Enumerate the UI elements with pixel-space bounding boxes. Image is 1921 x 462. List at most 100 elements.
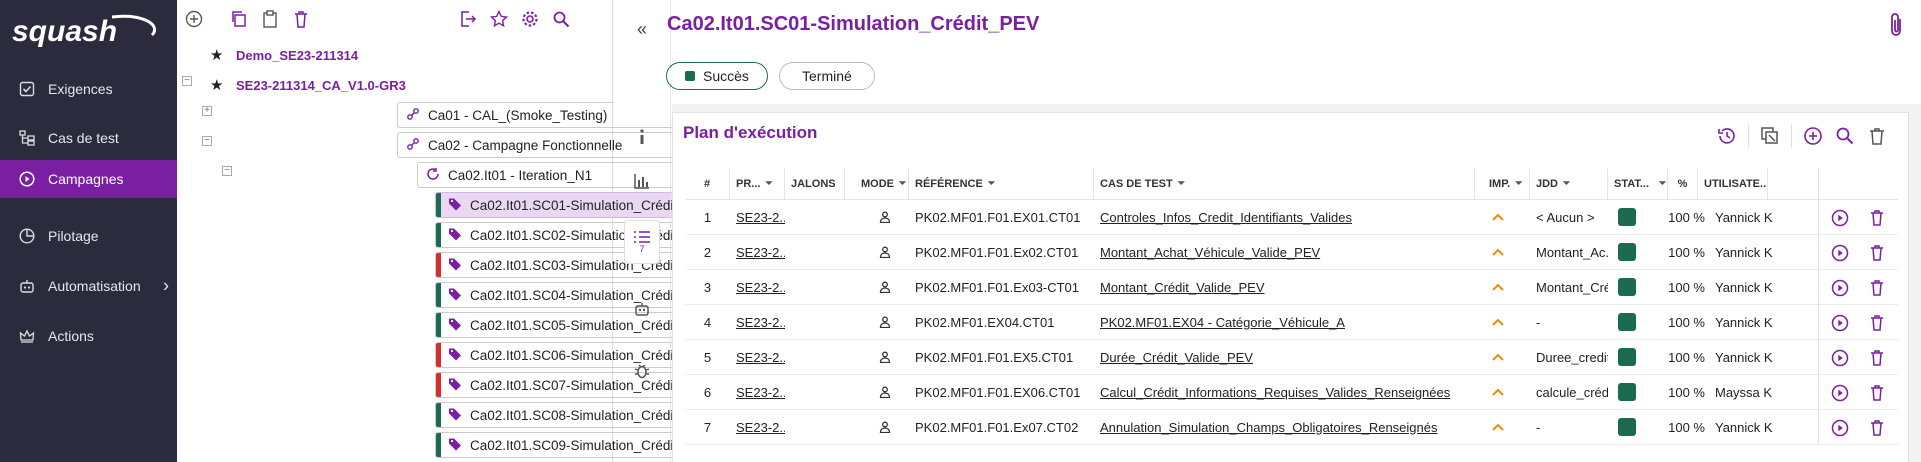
filter-icon[interactable]: ⏷ xyxy=(1178,178,1185,189)
collapse-toggle-icon[interactable]: − xyxy=(222,166,232,176)
cell-test-case[interactable]: Durée_Crédit_Valide_PEV xyxy=(1094,340,1475,374)
collapse-button[interactable]: « xyxy=(624,10,660,48)
cell-test-case[interactable]: Annulation_Simulation_Champs_Obligatoire… xyxy=(1094,410,1475,444)
cell-project[interactable]: SE23-2... xyxy=(730,410,785,444)
col-mode[interactable]: MODE ⏷ xyxy=(845,168,909,199)
tree-project-node[interactable]: ★ Demo_SE23-211314 xyxy=(210,42,358,68)
expand-toggle-icon[interactable]: + xyxy=(202,106,212,116)
delete-row-icon[interactable] xyxy=(1869,384,1885,405)
table-row[interactable]: 7 SE23-2... PK02.MF01.F01.Ex07.CT02 Annulat… xyxy=(685,410,1898,445)
col-num[interactable]: # xyxy=(685,168,730,199)
run-icon[interactable] xyxy=(1831,279,1849,300)
tab-automation[interactable] xyxy=(624,290,660,328)
run-icon[interactable] xyxy=(1831,244,1849,265)
cell-test-case[interactable]: PK02.MF01.EX04 - Catégorie_Véhicule_A xyxy=(1094,305,1475,339)
table-row[interactable]: 6 SE23-2... PK02.MF01.F01.EX06.CT01 Calcul_… xyxy=(685,375,1898,410)
table-row[interactable]: 5 SE23-2... PK02.MF01.F01.EX5.CT01 Durée_Cr… xyxy=(685,340,1898,375)
table-row[interactable]: 4 SE23-2... PK02.MF01.EX04.CT01 PK02.MF01.E… xyxy=(685,305,1898,340)
delete-row-icon[interactable] xyxy=(1869,349,1885,370)
col-test-case[interactable]: CAS DE TEST ⏷ xyxy=(1094,168,1475,199)
attachment-button[interactable] xyxy=(1887,12,1905,41)
col-dataset[interactable]: JDD ⏷ xyxy=(1530,168,1608,199)
table-row[interactable]: 2 SE23-2... PK02.MF01.F01.Ex02.CT01 Montant… xyxy=(685,235,1898,270)
col-percent[interactable]: % xyxy=(1668,168,1698,199)
col-status[interactable]: STAT... ⏷ xyxy=(1608,168,1668,199)
collapse-toggle-icon[interactable]: − xyxy=(202,136,212,146)
progress-status-pill[interactable]: Terminé xyxy=(779,62,875,90)
copy-icon[interactable] xyxy=(228,8,250,30)
cell-test-case[interactable]: Montant_Achat_Véhicule_Valide_PEV xyxy=(1094,235,1475,269)
star-icon[interactable]: ★ xyxy=(210,46,224,64)
filter-icon[interactable]: ⏷ xyxy=(1515,178,1522,189)
run-icon[interactable] xyxy=(1831,314,1849,335)
nav-item-automatisation[interactable]: Automatisation › xyxy=(0,264,177,308)
cell-project[interactable]: SE23-2... xyxy=(730,235,785,269)
delete-row-icon[interactable] xyxy=(1869,209,1885,230)
tab-information[interactable] xyxy=(624,118,660,156)
cell-project[interactable]: SE23-2... xyxy=(730,305,785,339)
status-success-badge[interactable] xyxy=(1608,305,1653,339)
cell-test-case[interactable]: Calcul_Crédit_Informations_Requises_Vali… xyxy=(1094,375,1475,409)
col-jalons[interactable]: JALONS xyxy=(785,168,845,199)
run-icon[interactable] xyxy=(1831,209,1849,230)
col-reference[interactable]: RÉFÉRENCE ⏷ xyxy=(909,168,1094,199)
paste-icon[interactable] xyxy=(259,8,281,30)
nav-item-cas-de-test[interactable]: Cas de test xyxy=(0,116,177,160)
nav-item-actions[interactable]: Actions xyxy=(0,314,177,358)
cell-project[interactable]: SE23-2... xyxy=(730,200,785,234)
delete-row-icon[interactable] xyxy=(1869,279,1885,300)
filter-icon[interactable]: ⏷ xyxy=(988,178,995,189)
settings-icon[interactable] xyxy=(519,8,541,30)
cell-project[interactable]: SE23-2... xyxy=(730,340,785,374)
filter-icon[interactable]: ⏷ xyxy=(1659,178,1666,189)
tab-issues[interactable] xyxy=(624,352,660,390)
col-importance[interactable]: IMP. ⏷ xyxy=(1475,168,1530,199)
delete-icon[interactable] xyxy=(290,8,312,30)
search-plan-icon[interactable] xyxy=(1834,125,1856,147)
cell-test-case[interactable]: Controles_Infos_Credit_Identifiants_Vali… xyxy=(1094,200,1475,234)
status-success-badge[interactable] xyxy=(1608,270,1653,304)
filter-icon[interactable]: ⏷ xyxy=(765,178,772,189)
plan-count: 7 xyxy=(639,244,645,254)
nav-item-exigences[interactable]: Exigences xyxy=(0,67,177,111)
delete-row-icon[interactable] xyxy=(1869,314,1885,335)
robot-icon xyxy=(635,303,649,316)
col-user[interactable]: UTILISATE... xyxy=(1698,168,1768,199)
tab-statistics[interactable] xyxy=(624,162,660,200)
status-success-badge[interactable] xyxy=(1608,235,1653,269)
add-circle-icon[interactable] xyxy=(183,8,205,30)
filter-icon[interactable]: ⏷ xyxy=(1563,178,1570,189)
cell-test-case[interactable]: Montant_Crédit_Valide_PEV xyxy=(1094,270,1475,304)
status-success-badge[interactable] xyxy=(1608,410,1653,444)
tree-project-node[interactable]: ★ SE23-211314_CA_V1.0-GR3 xyxy=(210,72,406,98)
run-icon[interactable] xyxy=(1831,384,1849,405)
mass-edit-icon[interactable] xyxy=(1759,125,1781,147)
star-icon[interactable]: ★ xyxy=(210,76,224,94)
collapse-toggle-icon[interactable]: − xyxy=(182,76,192,86)
status-success-badge[interactable] xyxy=(1608,340,1653,374)
execution-status-pill[interactable]: Succès xyxy=(666,62,768,90)
export-icon[interactable] xyxy=(457,8,479,30)
add-test-case-icon[interactable] xyxy=(1802,125,1824,147)
nav-item-pilotage[interactable]: Pilotage xyxy=(0,214,177,258)
star-outline-icon[interactable] xyxy=(488,8,510,30)
remove-icon[interactable] xyxy=(1866,125,1888,147)
table-row[interactable]: 1 SE23-2... PK02.MF01.F01.EX01.CT01 Control… xyxy=(685,200,1898,235)
run-icon[interactable] xyxy=(1831,419,1849,440)
filter-icon[interactable]: ⏷ xyxy=(899,178,906,189)
status-success-badge[interactable] xyxy=(1608,200,1653,234)
history-icon[interactable] xyxy=(1716,125,1738,147)
nav-item-campagnes[interactable]: Campagnes xyxy=(0,160,177,198)
squash-logo[interactable]: squash xyxy=(0,0,177,62)
row-actions xyxy=(1818,375,1898,409)
status-success-badge[interactable] xyxy=(1608,375,1653,409)
search-icon[interactable] xyxy=(550,8,572,30)
col-project[interactable]: PR... ⏷ xyxy=(730,168,785,199)
table-row[interactable]: 3 SE23-2... PK02.MF01.F01.Ex03-CT01 Montant… xyxy=(685,270,1898,305)
delete-row-icon[interactable] xyxy=(1869,419,1885,440)
cell-project[interactable]: SE23-2... xyxy=(730,375,785,409)
tab-execution-plan[interactable]: 7 xyxy=(624,220,660,264)
delete-row-icon[interactable] xyxy=(1869,244,1885,265)
cell-project[interactable]: SE23-2... xyxy=(730,270,785,304)
run-icon[interactable] xyxy=(1831,349,1849,370)
